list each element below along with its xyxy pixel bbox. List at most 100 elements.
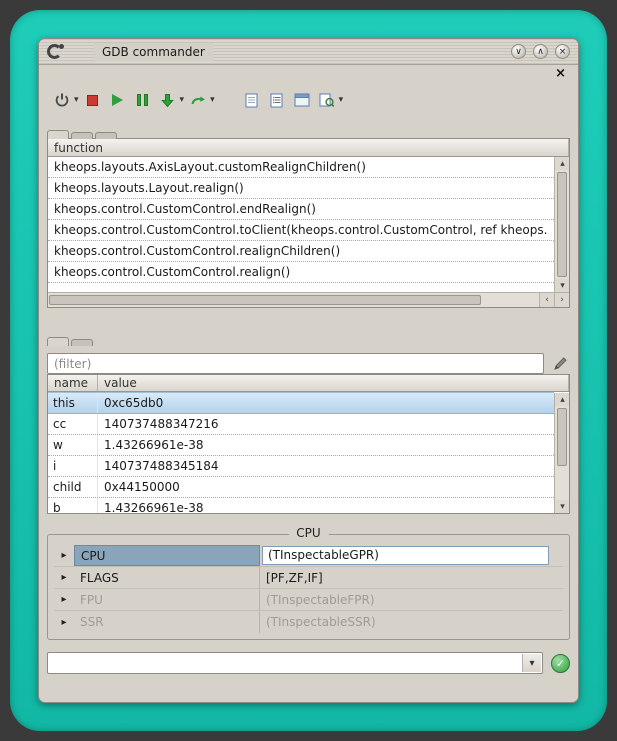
variables-panel: name value this 0xc65db0 cc 140737488347…: [47, 374, 570, 514]
doc-button[interactable]: [241, 88, 263, 112]
dock-close-icon[interactable]: ×: [555, 67, 566, 81]
close-button[interactable]: ×: [555, 44, 570, 59]
variable-name: child: [48, 477, 98, 497]
apply-button[interactable]: ✓: [551, 654, 570, 673]
callstack-frame-text: kheops.control.CustomControl.endRealign(…: [54, 202, 316, 216]
callstack-header: function: [48, 139, 569, 157]
callstack-row[interactable]: kheops.control.CustomControl.toClient(kh…: [48, 220, 554, 241]
cpu-register-row[interactable]: ▸ CPU (TInspectableGPR): [54, 545, 563, 567]
callstack-frame-text: kheops.layouts.AxisLayout.customRealignC…: [54, 160, 366, 174]
titlebar[interactable]: GDB commander ∨ ∧ ×: [39, 39, 578, 65]
debug-toolbar: ▾ ▾ ▾: [39, 85, 578, 115]
register-value[interactable]: (TInspectableGPR): [262, 546, 549, 565]
cpu-group-title: CPU: [288, 526, 328, 540]
callstack-vertical-scrollbar[interactable]: ▴ ▾: [554, 157, 569, 292]
pause-button[interactable]: [132, 88, 154, 112]
cpu-groupbox: CPU ▸ CPU (TInspectableGPR) ▸ FLAGS [PF,…: [47, 534, 570, 640]
tab[interactable]: [71, 132, 93, 139]
variables-tabbar: [39, 322, 578, 345]
variables-header-name[interactable]: name: [48, 375, 98, 391]
stack-tabbar: [39, 115, 578, 138]
maximize-button[interactable]: ∧: [533, 44, 548, 59]
callstack-row[interactable]: kheops.control.CustomControl.realignChil…: [48, 241, 554, 262]
variables-header-value[interactable]: value: [98, 375, 569, 391]
variable-name: b: [48, 498, 98, 513]
callstack-frame-text: kheops.control.CustomControl.realign(): [54, 265, 290, 279]
scroll-up-icon[interactable]: ▴: [555, 157, 570, 170]
register-value[interactable]: (TInspectableFPR): [260, 593, 563, 607]
callstack-row[interactable]: kheops.layouts.Layout.realign(): [48, 178, 554, 199]
filter-input[interactable]: [47, 353, 544, 374]
scroll-left-icon[interactable]: ‹: [539, 293, 554, 307]
step-into-button[interactable]: ▾: [157, 88, 185, 112]
filter-pen-icon[interactable]: [550, 354, 570, 374]
step-over-icon: [187, 88, 209, 112]
combo-dropdown-icon[interactable]: ▾: [522, 654, 541, 672]
app-icon: [47, 44, 62, 59]
scroll-down-icon[interactable]: ▾: [555, 500, 570, 513]
tab[interactable]: [47, 337, 69, 346]
register-name[interactable]: FLAGS: [74, 567, 260, 588]
decorative-frame: GDB commander ∨ ∧ × × ▾: [10, 10, 607, 731]
cpu-register-row[interactable]: ▸ SSR (TInspectableSSR): [54, 611, 563, 633]
tab[interactable]: [47, 130, 69, 139]
variables-row[interactable]: this 0xc65db0: [48, 392, 554, 414]
variables-row[interactable]: cc 140737488347216: [48, 414, 554, 435]
scroll-down-icon[interactable]: ▾: [555, 279, 570, 292]
cpu-register-list: ▸ CPU (TInspectableGPR) ▸ FLAGS [PF,ZF,I…: [54, 545, 563, 633]
callstack-row[interactable]: kheops.control.CustomControl.realign(): [48, 262, 554, 283]
callstack-horizontal-scrollbar[interactable]: ‹ ›: [48, 292, 569, 307]
watch-dropdown-icon[interactable]: ▾: [339, 95, 344, 105]
stop-button[interactable]: [82, 88, 104, 112]
expander-icon[interactable]: ▸: [54, 594, 74, 605]
run-icon: [112, 94, 123, 106]
register-name[interactable]: FPU: [74, 589, 260, 610]
scrollbar-thumb[interactable]: [557, 172, 567, 277]
doc-icon: [245, 93, 259, 108]
variables-row[interactable]: child 0x44150000: [48, 477, 554, 498]
callstack-header-function[interactable]: function: [48, 139, 569, 156]
pause-icon: [137, 94, 148, 106]
callstack-panel: function kheops.layouts.AxisLayout.custo…: [47, 138, 570, 308]
step-over-button[interactable]: ▾: [187, 88, 215, 112]
tab[interactable]: [71, 339, 93, 346]
power-button[interactable]: ▾: [51, 88, 79, 112]
register-value[interactable]: [PF,ZF,IF]: [260, 571, 563, 585]
watch-button[interactable]: ▾: [316, 88, 344, 112]
step-into-dropdown-icon[interactable]: ▾: [180, 95, 185, 105]
power-dropdown-icon[interactable]: ▾: [74, 95, 79, 105]
doc-list-button[interactable]: [266, 88, 288, 112]
variables-vertical-scrollbar[interactable]: ▴ ▾: [554, 393, 569, 513]
expander-icon[interactable]: ▸: [54, 550, 74, 561]
dock-header: ×: [39, 65, 578, 85]
callstack-frame-text: kheops.control.CustomControl.realignChil…: [54, 244, 340, 258]
shade-button[interactable]: ∨: [511, 44, 526, 59]
scrollbar-thumb[interactable]: [557, 408, 567, 466]
scrollbar-thumb[interactable]: [49, 295, 481, 305]
variables-row[interactable]: w 1.43266961e-38: [48, 435, 554, 456]
cpu-register-row[interactable]: ▸ FPU (TInspectableFPR): [54, 589, 563, 611]
variables-row[interactable]: b 1.43266961e-38: [48, 498, 554, 513]
cpu-register-row[interactable]: ▸ FLAGS [PF,ZF,IF]: [54, 567, 563, 589]
register-name[interactable]: CPU: [74, 545, 260, 566]
window-title: GDB commander: [94, 43, 213, 61]
scroll-right-icon[interactable]: ›: [554, 293, 569, 307]
step-over-dropdown-icon[interactable]: ▾: [210, 95, 215, 105]
tab[interactable]: [95, 132, 117, 139]
power-icon: [51, 88, 73, 112]
expander-icon[interactable]: ▸: [54, 572, 74, 583]
callstack-row[interactable]: kheops.control.CustomControl.endRealign(…: [48, 199, 554, 220]
register-value[interactable]: (TInspectableSSR): [260, 615, 563, 629]
run-button[interactable]: [107, 88, 129, 112]
command-combobox[interactable]: ▾: [47, 652, 543, 674]
expander-icon[interactable]: ▸: [54, 617, 74, 628]
variables-row[interactable]: i 140737488345184: [48, 456, 554, 477]
variable-value: 0x44150000: [98, 477, 554, 497]
scroll-up-icon[interactable]: ▴: [555, 393, 570, 406]
variable-name: w: [48, 435, 98, 455]
variables-header: name value: [48, 375, 569, 392]
frame-button[interactable]: [291, 88, 313, 112]
callstack-row[interactable]: kheops.layouts.AxisLayout.customRealignC…: [48, 157, 554, 178]
register-name[interactable]: SSR: [74, 611, 260, 633]
callstack-frame-text: kheops.layouts.Layout.realign(): [54, 181, 244, 195]
